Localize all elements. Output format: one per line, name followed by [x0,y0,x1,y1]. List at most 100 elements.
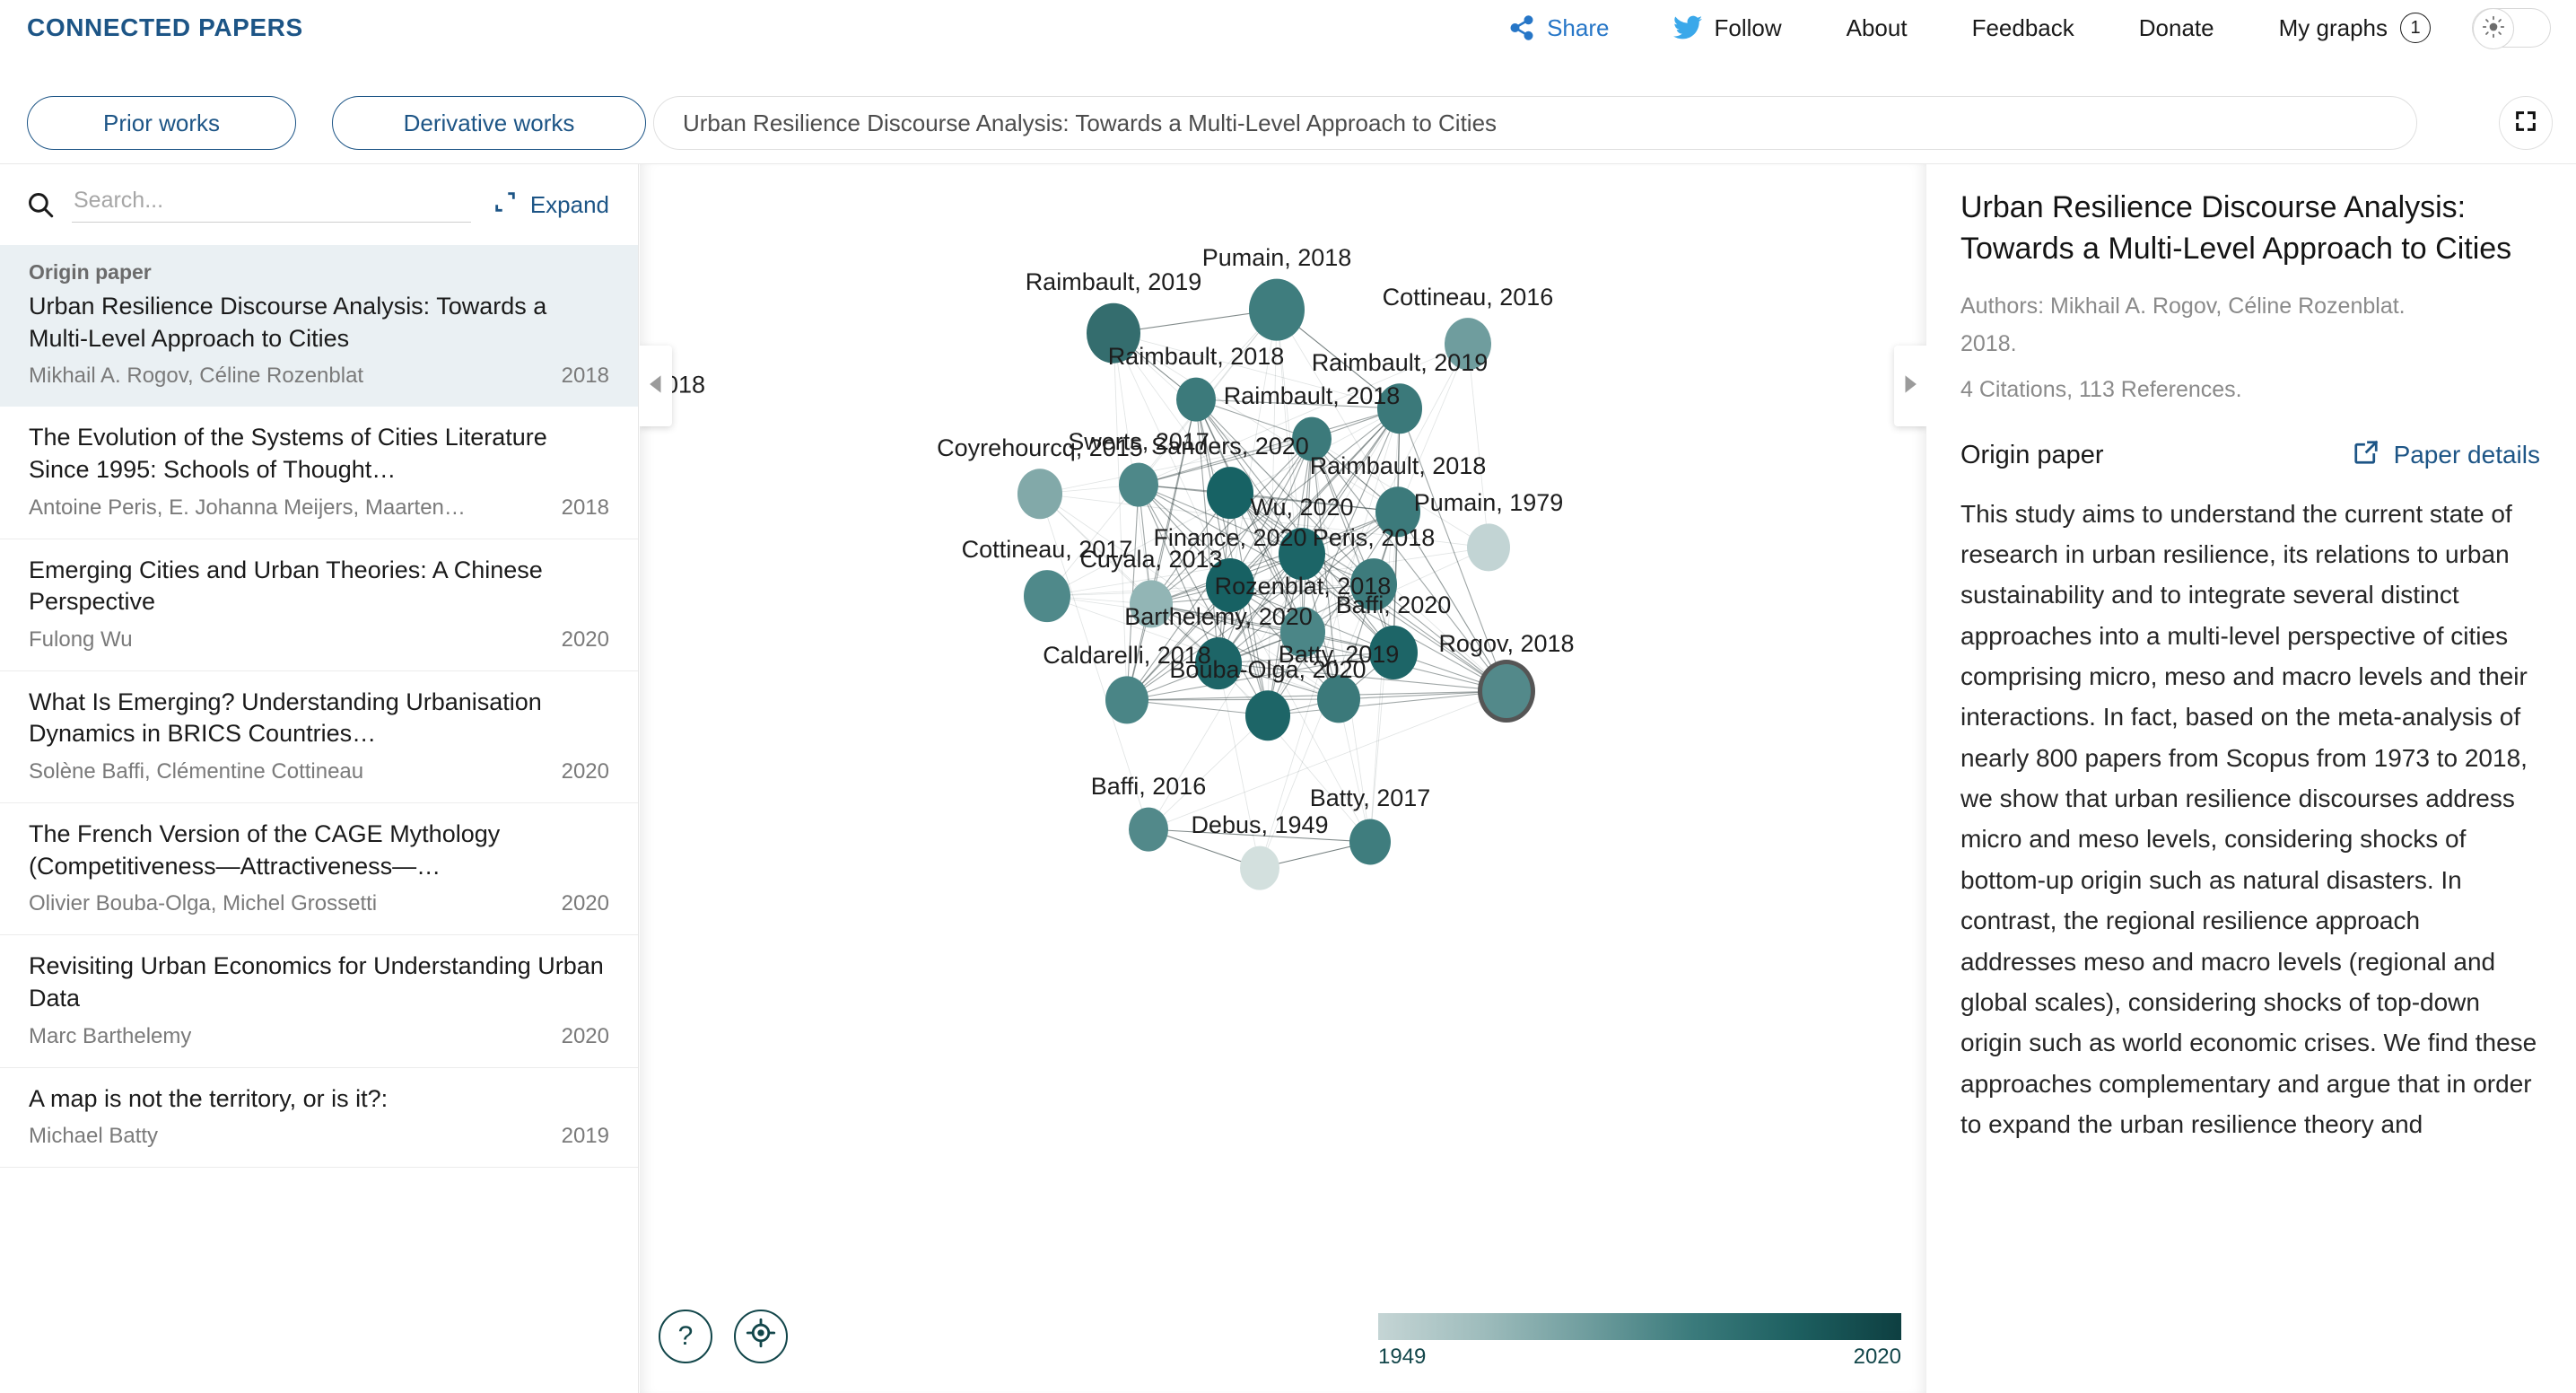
legend-max-label: 2020 [1854,1345,1901,1370]
detail-origin-row: Origin paper Paper details [1960,439,2540,472]
graph-edge [1113,333,1127,700]
help-button[interactable]: ? [659,1310,712,1363]
collapse-right-arrow[interactable] [1894,346,1926,426]
follow-button[interactable]: Follow [1641,14,1813,42]
paper-item-title: Emerging Cities and Urban Theories: A Ch… [29,555,609,618]
share-label: Share [1547,14,1609,42]
expand-icon [493,189,518,221]
paper-item-year: 2018 [562,364,609,389]
share-icon [1508,14,1535,41]
graph-edge [1268,691,1506,715]
fullscreen-button[interactable] [2499,96,2553,150]
search-input-wrapper [72,187,471,223]
detail-origin-label: Origin paper [1960,441,2104,470]
fullscreen-icon [2513,109,2538,138]
papers-sidebar: Expand Origin paperUrban Resilience Disc… [0,164,639,1393]
graph-title-input[interactable] [681,109,2389,138]
graph-edge [1139,408,1400,485]
graph-node[interactable] [1195,637,1242,689]
graph-node[interactable] [1129,808,1168,852]
collapse-left-arrow[interactable] [640,346,672,426]
app-logo[interactable]: CONNECTED PAPERS [27,13,303,42]
graph-node[interactable] [1375,486,1420,537]
search-input[interactable] [72,187,471,215]
graph-edge [1047,554,1302,596]
donate-link[interactable]: Donate [2107,14,2247,42]
paper-item-title: The French Version of the CAGE Mythology… [29,819,609,882]
paper-item-authors: Fulong Wu [29,627,133,653]
year-color-legend: 1949 2020 [1378,1313,1901,1370]
expand-label: Expand [530,191,609,219]
graph-node[interactable] [1249,279,1305,341]
graph-node[interactable] [1445,318,1491,370]
graph-canvas[interactable]: Pumain, 2018Raimbault, 2019Cottineau, 20… [640,164,1926,1393]
paper-list: Origin paperUrban Resilience Discourse A… [0,245,638,1168]
paper-detail-panel: Urban Resilience Discourse Analysis: Tow… [1926,164,2576,1393]
paper-list-item[interactable]: A map is not the territory, or is it?:Mi… [0,1068,638,1169]
derivative-works-button[interactable]: Derivative works [332,96,646,150]
graph-node[interactable] [1240,846,1279,890]
graph-edge [1040,494,1148,829]
graph-node[interactable] [1087,303,1140,364]
paper-item-title: Revisiting Urban Economics for Understan… [29,951,609,1014]
paper-details-link[interactable]: Paper details [2353,439,2540,472]
recenter-button[interactable] [734,1310,788,1363]
paper-list-item[interactable]: The Evolution of the Systems of Cities L… [0,407,638,539]
theme-toggle[interactable] [2472,8,2551,48]
prior-works-button[interactable]: Prior works [27,96,296,150]
paper-item-meta: Fulong Wu 2020 [29,627,609,653]
paper-item-title: What Is Emerging? Understanding Urbanisa… [29,687,609,750]
my-graphs-link[interactable]: My graphs 1 [2247,13,2450,43]
graph-node[interactable] [1317,675,1360,723]
target-icon [746,1318,776,1355]
graph-node[interactable] [1280,607,1325,657]
share-button[interactable]: Share [1476,14,1641,42]
graph-edge [1148,829,1370,842]
graph-node[interactable] [1206,558,1254,612]
graph-node[interactable] [1292,417,1332,461]
paper-item-meta: Michael Batty2019 [29,1124,609,1149]
paper-item-year: 2018 [562,495,609,521]
about-link[interactable]: About [1814,14,1940,42]
paper-list-item[interactable]: Emerging Cities and Urban Theories: A Ch… [0,539,638,671]
graph-node[interactable] [1350,558,1397,610]
graph-node[interactable] [1105,676,1148,723]
graph-edges [640,164,1926,1393]
legend-gradient-bar [1378,1313,1901,1340]
paper-item-authors: Olivier Bouba-Olga, Michel Grossetti [29,891,377,916]
paper-item-year: 2020 [562,627,609,653]
graph-node[interactable] [1279,528,1325,580]
graph-node[interactable] [1467,523,1510,571]
graph-node[interactable] [1377,383,1422,434]
feedback-link[interactable]: Feedback [1940,14,2107,42]
graph-node[interactable] [1245,690,1290,740]
graph-edge [1127,399,1196,700]
twitter-icon [1673,15,1702,40]
paper-item-meta: Solène Baffi, Clémentine Cottineau2020 [29,759,609,784]
graph-node[interactable] [1369,626,1418,679]
paper-list-item[interactable]: What Is Emerging? Understanding Urbanisa… [0,671,638,803]
paper-item-meta: Marc Barthelemy2020 [29,1024,609,1049]
sidebar-search-row: Expand [0,164,638,245]
theme-toggle-knob [2473,8,2514,49]
detail-abstract: This study aims to understand the curren… [1960,494,2540,1145]
expand-button[interactable]: Expand [493,189,616,221]
graph-node[interactable] [1176,378,1216,422]
graph-title-search-field[interactable] [653,96,2417,150]
graph-node[interactable] [1119,463,1158,507]
graph-edge [1468,344,1489,548]
paper-item-authors: Michael Batty [29,1124,158,1149]
graph-node[interactable] [1349,819,1391,864]
paper-list-item[interactable]: Revisiting Urban Economics for Understan… [0,935,638,1067]
detail-year: 2018. [1960,327,2540,362]
top-navigation-bar: CONNECTED PAPERS Share Follow [0,0,2576,56]
graph-node[interactable] [1024,570,1070,622]
paper-list-item[interactable]: Origin paperUrban Resilience Discourse A… [0,245,638,407]
graph-node[interactable] [1482,664,1531,718]
graph-node[interactable] [1017,469,1062,519]
nav-links: Share Follow About Feedback Donate My gr… [1476,8,2576,48]
graph-node[interactable] [1130,580,1173,627]
graph-node[interactable] [1207,467,1253,519]
donate-label: Donate [2139,14,2214,42]
paper-list-item[interactable]: The French Version of the CAGE Mythology… [0,803,638,935]
